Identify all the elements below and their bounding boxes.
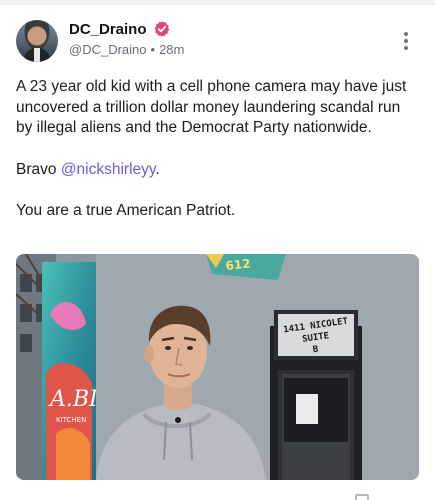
post-timestamp[interactable]: 28m [159,42,184,57]
post-paragraph-mention: Bravo @nickshirleyy. [16,160,416,181]
post-body: A 23 year old kid with a cell phone came… [16,77,416,222]
verified-badge-icon [154,21,169,37]
user-mention-link[interactable]: @nickshirleyy [61,161,156,178]
author-name-row: DC_Draino [69,20,171,38]
more-dot [404,39,408,43]
meta-separator: • [150,42,156,57]
more-options-icon[interactable] [403,32,409,50]
post-paragraph: A 23 year old kid with a cell phone came… [16,78,407,136]
mural-logo-text: A.BI [48,387,99,412]
avatar-shirt [34,48,40,62]
share-icon-partial[interactable] [355,494,369,500]
post-media-image[interactable]: A.BI KITCHEN 612 1411 NICOLET SUITE B [16,254,419,480]
more-dot [404,46,408,50]
author-display-name[interactable]: DC_Draino [69,21,147,38]
upper-sign-text: 612 [225,256,251,273]
paragraph-prefix: Bravo [16,160,61,178]
author-meta: @DC_Draino • 28m [69,42,184,57]
mural-subtext: KITCHEN [56,416,86,424]
more-dot [404,32,408,36]
photo-scene: A.BI KITCHEN 612 1411 NICOLET SUITE B [16,254,419,480]
top-divider [0,0,435,5]
paragraph-suffix: . [155,160,160,178]
avatar[interactable] [16,20,58,62]
author-handle[interactable]: @DC_Draino [69,42,147,57]
post-paragraph: You are a true American Patriot. [16,202,236,219]
